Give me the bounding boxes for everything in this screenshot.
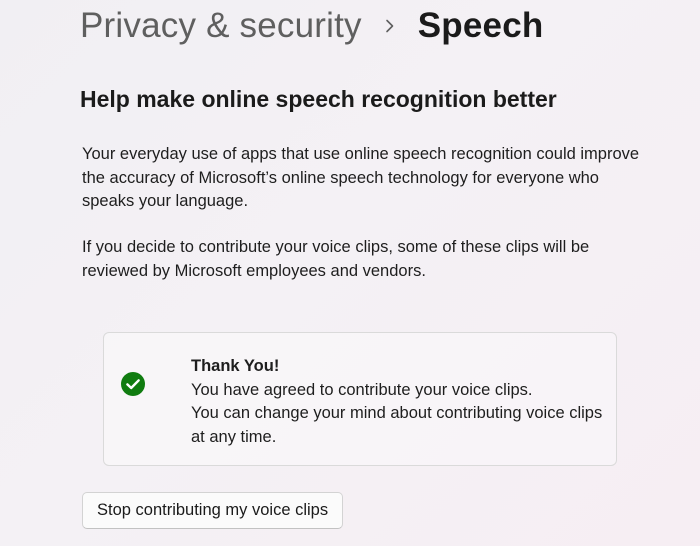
- status-card-note: You can change your mind about contribut…: [191, 404, 603, 446]
- check-circle-icon: [121, 372, 145, 396]
- description-paragraph-review: If you decide to contribute your voice c…: [82, 238, 590, 280]
- contribution-status-card: Thank You! You have agreed to contribute…: [103, 332, 617, 466]
- description-paragraph-usage: Your everyday use of apps that use onlin…: [82, 145, 640, 210]
- chevron-right-icon: [362, 4, 418, 48]
- status-card-text: Thank You! You have agreed to contribute…: [191, 355, 609, 449]
- stop-contributing-button[interactable]: Stop contributing my voice clips: [82, 492, 344, 529]
- breadcrumb: Privacy & security Speech: [80, 4, 543, 48]
- status-card-message: You have agreed to contribute your voice…: [191, 380, 533, 399]
- breadcrumb-parent-privacy-security[interactable]: Privacy & security: [80, 6, 362, 46]
- section-heading: Help make online speech recognition bett…: [80, 86, 557, 112]
- page-title: Speech: [417, 6, 544, 45]
- status-card-title: Thank You!: [191, 357, 280, 375]
